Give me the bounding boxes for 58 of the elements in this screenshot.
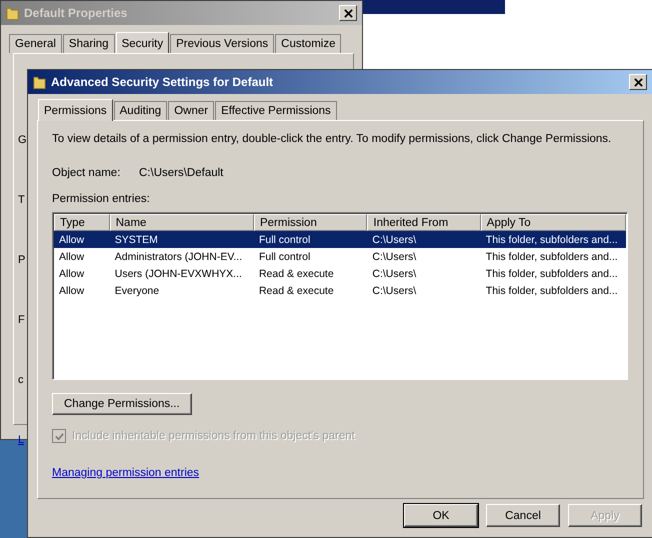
- table-cell-text: Administrators (JOHN-EV...: [114, 250, 244, 262]
- close-icon: [634, 78, 642, 86]
- dialog-button[interactable]: OK: [404, 504, 478, 527]
- object-name-value: C:\Users\Default: [139, 167, 224, 179]
- permission-row[interactable]: Allow SYSTEM Full control C:\Users\ This folder, subfolders and...: [54, 231, 626, 248]
- permission-row[interactable]: Allow Everyone Read & execute C:\Users\ This folder, subfolders and...: [54, 282, 626, 299]
- permission-entries-label: Permission entries:: [52, 193, 150, 205]
- folder-icon: [6, 5, 19, 21]
- help-link[interactable]: Managing permission entries: [52, 467, 200, 479]
- object-name-label: Object name:: [52, 167, 122, 179]
- tab[interactable]: Owner: [168, 101, 214, 120]
- label: P: [18, 254, 26, 266]
- table-cell-text: C:\Users\: [371, 284, 418, 296]
- table-cell-text: Allow: [58, 284, 86, 296]
- tab[interactable]: Permissions: [38, 99, 113, 121]
- table-cell-text: This folder, subfolders and...: [484, 284, 619, 296]
- dialog-button[interactable]: Cancel: [486, 504, 560, 527]
- close-button[interactable]: [629, 74, 647, 90]
- table-cell-text: Full control: [258, 234, 312, 246]
- table-cell-text: Read & execute: [258, 268, 335, 280]
- table-cell-text: This folder, subfolders and...: [484, 234, 619, 246]
- tab[interactable]: Sharing: [62, 34, 115, 53]
- table-cell-text: C:\Users\: [371, 268, 418, 280]
- table-cell-text: Read & execute: [258, 284, 335, 296]
- table-cell-text: SYSTEM: [114, 234, 159, 246]
- permission-row[interactable]: Allow Administrators (JOHN-EV... Full control C:\Users\ This folder, subfolders and...: [54, 248, 626, 265]
- table-cell-text: This folder, subfolders and...: [484, 268, 619, 280]
- label: F: [18, 314, 26, 326]
- tab[interactable]: Customize: [275, 34, 342, 53]
- change-permissions-button[interactable]: Change Permissions...: [52, 393, 192, 415]
- label: T: [18, 194, 26, 206]
- table-cell-text: C:\Users\: [371, 234, 418, 246]
- column-header[interactable]: Name: [110, 214, 254, 231]
- description-text: To view details of a permission entry, double-click the entry. To modify permissions, click Change Permissions.: [52, 133, 612, 145]
- table-cell-text: Allow: [58, 250, 86, 262]
- column-header[interactable]: Permission: [254, 214, 368, 231]
- window-title: Default Properties: [24, 6, 128, 20]
- close-icon: [344, 8, 352, 18]
- tab[interactable]: Security: [116, 32, 170, 54]
- tab[interactable]: Auditing: [114, 101, 168, 120]
- table-cell-text: This folder, subfolders and...: [484, 250, 619, 262]
- table-cell-text: Everyone: [114, 284, 160, 296]
- column-header[interactable]: Inherited From: [367, 214, 481, 231]
- table-cell-text: Users (JOHN-EVXWHYX...: [114, 268, 243, 280]
- column-header[interactable]: Type: [54, 214, 110, 231]
- tab[interactable]: Previous Versions: [170, 34, 274, 53]
- table-cell-text: Allow: [58, 268, 86, 280]
- column-header[interactable]: Apply To: [480, 214, 626, 231]
- folder-icon: [33, 74, 46, 90]
- label: G: [18, 134, 27, 146]
- tab[interactable]: General: [9, 34, 62, 53]
- table-cell-text: C:\Users\: [371, 250, 418, 262]
- table-cell-text: Allow: [58, 234, 86, 246]
- label: c: [18, 374, 24, 386]
- window-title: Advanced Security Settings for Default: [51, 75, 274, 89]
- permission-row[interactable]: Allow Users (JOHN-EVXWHYX... Read & execute C:\Users\ This folder, subfolders and...: [54, 265, 626, 282]
- table-cell-text: Full control: [258, 250, 312, 262]
- tab[interactable]: Effective Permissions: [215, 101, 337, 120]
